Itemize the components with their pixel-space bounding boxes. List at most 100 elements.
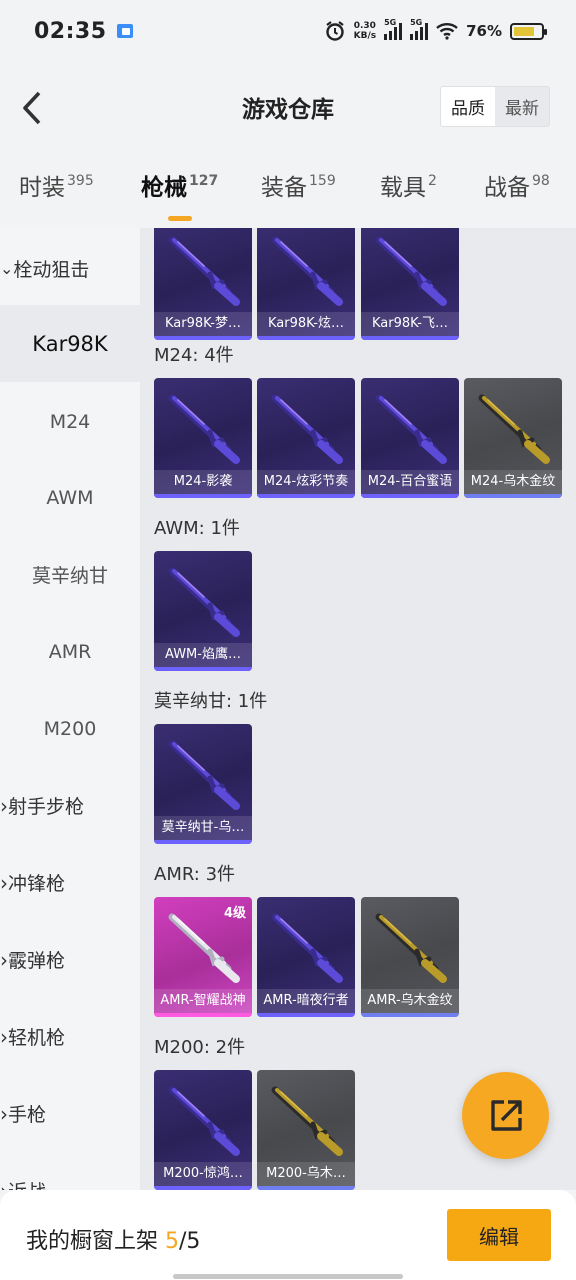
back-button[interactable] <box>14 88 50 128</box>
weapon-name: Kar98K-炫… <box>257 312 355 336</box>
sidebar-item[interactable]: M24 <box>0 383 140 460</box>
screenshot-notification-icon <box>116 24 133 38</box>
sidebar-item[interactable]: › 手枪 <box>0 1075 140 1152</box>
weapon-name: AWM-焰鹰… <box>154 643 252 667</box>
tab-vehicles[interactable]: 载具 2 <box>380 168 437 202</box>
weapon-name: AMR-暗夜行者 <box>257 989 355 1013</box>
sidebar-item[interactable]: › 霰弹枪 <box>0 921 140 998</box>
page-title: 游戏仓库 <box>242 97 334 123</box>
rarity-bar <box>257 494 355 498</box>
rifle-icon <box>375 394 447 464</box>
rarity-bar <box>361 336 459 340</box>
sidebar-item-label: 手枪 <box>8 1104 47 1126</box>
sidebar-item[interactable]: › 冲锋枪 <box>0 844 140 921</box>
sort-toggle: 品质 最新 <box>440 86 550 127</box>
group-label: M200: 2件 <box>154 1037 246 1058</box>
weapon-name: Kar98K-梦… <box>154 312 252 336</box>
weapon-card[interactable]: 4级 AMR-智耀战神 <box>154 897 252 1017</box>
sidebar-item[interactable]: 莫辛纳甘 <box>0 536 140 613</box>
weapon-card[interactable]: M24-百合蜜语 <box>361 378 459 498</box>
weapon-card[interactable]: Kar98K-炫… <box>257 228 355 340</box>
tab-label: 装备 <box>261 175 307 201</box>
tab-battle-gear[interactable]: 战备 98 <box>484 168 550 202</box>
chevron-down-icon: ⌄ <box>0 259 14 278</box>
level-badge: 4级 <box>223 906 246 921</box>
rarity-bar <box>257 336 355 340</box>
tab-fashion[interactable]: 时装 395 <box>19 168 94 202</box>
rifle-icon <box>168 236 240 306</box>
weapon-card[interactable]: Kar98K-梦… <box>154 228 252 340</box>
rarity-bar <box>464 494 562 498</box>
rarity-bar <box>154 1013 252 1017</box>
sidebar-item[interactable]: ›近战 <box>0 1152 140 1191</box>
weapon-name: 莫辛纳甘-乌… <box>154 816 252 840</box>
rarity-bar <box>257 1013 355 1017</box>
chevron-right-icon: › <box>0 1179 8 1191</box>
showcase-count-total: 5 <box>186 1229 201 1254</box>
sim2-label: 5G <box>410 18 423 27</box>
alarm-icon <box>325 21 344 41</box>
weapon-card[interactable]: AWM-焰鹰… <box>154 551 252 671</box>
sidebar-item[interactable]: AWM <box>0 459 140 536</box>
sidebar-item[interactable]: ⌄ 栓动狙击 <box>0 230 140 307</box>
weapon-card[interactable]: M24-乌木金纹 <box>464 378 562 498</box>
sidebar-item[interactable]: Kar98K <box>0 305 140 382</box>
sort-quality-button[interactable]: 品质 <box>441 87 495 126</box>
sidebar-item-label: 冲锋枪 <box>8 873 66 895</box>
edit-button[interactable]: 编辑 <box>447 1209 551 1261</box>
weapon-name: M24-炫彩节奏 <box>257 470 355 494</box>
sidebar-item-label: AWM <box>46 486 94 509</box>
weapon-card[interactable]: AMR-乌木金纹 <box>361 897 459 1017</box>
battery-percent: 76% <box>466 22 502 40</box>
sidebar-item-label: 射手步枪 <box>8 796 85 818</box>
rarity-bar <box>154 840 252 844</box>
sidebar-item[interactable]: › 轻机枪 <box>0 998 140 1075</box>
weapon-card[interactable]: Kar98K-飞… <box>361 228 459 340</box>
group-label: 莫辛纳甘: 1件 <box>154 691 268 712</box>
tab-count: 127 <box>189 173 219 189</box>
tab-count: 395 <box>67 173 94 189</box>
weapon-card[interactable]: 莫辛纳甘-乌… <box>154 724 252 844</box>
showcase-label-text: 我的橱窗上架 <box>26 1229 165 1254</box>
tab-count: 98 <box>532 173 550 189</box>
sidebar-item[interactable]: M200 <box>0 690 140 767</box>
sim1-label: 5G <box>384 18 397 27</box>
chevron-right-icon: › <box>0 870 8 895</box>
home-indicator[interactable] <box>173 1274 403 1279</box>
net-speed-unit: KB/s <box>353 31 377 41</box>
sidebar-item-label: M24 <box>49 410 91 433</box>
tab-firearms[interactable]: 枪械 127 <box>141 168 219 221</box>
tab-label: 时装 <box>19 175 65 201</box>
battery-icon <box>510 22 547 40</box>
rifle-icon <box>271 394 343 464</box>
sidebar-item-label: AMR <box>48 640 92 663</box>
weapon-type-sidebar: ⌄ 栓动狙击 Kar98K M24 AWM 莫辛纳甘 AMR M200 › 射手步枪 › 冲锋枪 › 霰弹… <box>0 228 140 1190</box>
wifi-icon <box>436 23 458 40</box>
rarity-bar <box>361 1013 459 1017</box>
sidebar-item-label: M200 <box>43 717 97 740</box>
weapon-card[interactable]: M24-影袭 <box>154 378 252 498</box>
rifle-icon <box>168 1086 240 1156</box>
weapon-card[interactable]: M24-炫彩节奏 <box>257 378 355 498</box>
weapon-card[interactable]: AMR-暗夜行者 <box>257 897 355 1017</box>
tab-active-indicator <box>168 216 192 221</box>
weapon-card[interactable]: M200-惊鸿… <box>154 1070 252 1190</box>
sidebar-item-label: 莫辛纳甘 <box>31 565 108 587</box>
rifle-icon <box>375 913 447 983</box>
weapon-card[interactable]: M200-乌木… <box>257 1070 355 1190</box>
sidebar-item[interactable]: › 射手步枪 <box>0 767 140 844</box>
sidebar-item-label: 栓动狙击 <box>13 259 90 281</box>
rifle-icon <box>271 913 343 983</box>
sort-latest-button[interactable]: 最新 <box>495 87 549 126</box>
tab-equipment[interactable]: 装备 159 <box>261 168 336 202</box>
sidebar-item[interactable]: AMR <box>0 613 140 690</box>
weapon-name: AMR-乌木金纹 <box>361 989 459 1013</box>
sidebar-item-label: 近战 <box>8 1177 46 1190</box>
net-speed-value: 0.30 <box>353 21 376 31</box>
share-fab-button[interactable] <box>462 1072 549 1159</box>
weapon-name: Kar98K-飞… <box>361 312 459 336</box>
chevron-right-icon: › <box>0 947 8 972</box>
share-export-icon <box>490 1099 522 1131</box>
weapon-name: M24-乌木金纹 <box>464 470 562 494</box>
rifle-icon <box>168 740 240 810</box>
